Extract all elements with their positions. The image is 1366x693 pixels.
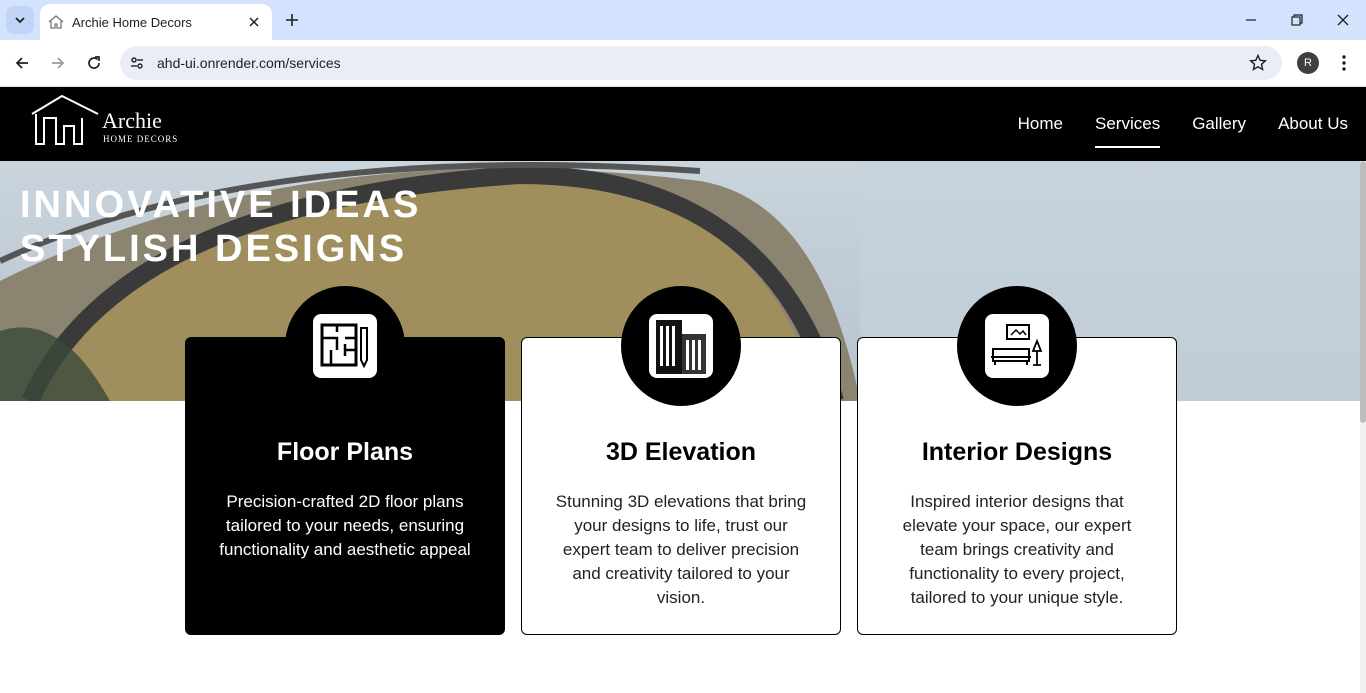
- service-description: Inspired interior designs that elevate y…: [902, 492, 1132, 607]
- profile-avatar[interactable]: R: [1297, 52, 1319, 74]
- logo-name: Archie: [102, 108, 162, 133]
- browser-tab[interactable]: Archie Home Decors: [40, 4, 272, 40]
- site-info-icon[interactable]: [123, 49, 151, 77]
- house-logo-icon: [31, 94, 99, 145]
- tab-title: Archie Home Decors: [72, 14, 192, 30]
- service-card-floor-plans[interactable]: Floor Plans Precision-crafted 2D floor p…: [185, 286, 505, 635]
- new-tab-button[interactable]: [280, 8, 304, 32]
- service-icon-badge: [957, 286, 1077, 406]
- service-title: Floor Plans: [276, 438, 414, 466]
- chevron-down-icon: [15, 17, 25, 24]
- hero-heading: INNOVATIVE IDEAS STYLISH DESIGNS: [20, 183, 421, 271]
- living-room-icon: [985, 314, 1049, 378]
- restore-icon: [1291, 14, 1303, 26]
- main-nav: Home Services Gallery About Us: [1018, 87, 1366, 161]
- hero-heading-line-2: STYLISH DESIGNS: [20, 228, 408, 270]
- scrollbar-thumb[interactable]: [1360, 161, 1366, 423]
- site-header: Archie HOME DECORS Home Services Gallery…: [0, 87, 1366, 161]
- floor-plan-icon: [313, 314, 377, 378]
- restore-button[interactable]: [1283, 6, 1311, 34]
- service-description: Stunning 3D elevations that bring your d…: [555, 492, 807, 607]
- house-favicon-icon: [48, 14, 64, 30]
- service-title: Interior Designs: [921, 438, 1113, 466]
- nav-about-us[interactable]: About Us: [1278, 110, 1348, 138]
- forward-button[interactable]: [44, 49, 72, 77]
- logo-tagline: HOME DECORS: [103, 134, 179, 144]
- service-description: Precision-crafted 2D floor plans tailore…: [219, 492, 471, 559]
- minimize-button[interactable]: [1237, 6, 1265, 34]
- page-scrollbar[interactable]: [1360, 161, 1366, 693]
- nav-gallery[interactable]: Gallery: [1192, 110, 1246, 138]
- close-window-button[interactable]: [1329, 6, 1357, 34]
- back-button[interactable]: [8, 49, 36, 77]
- service-card-interior-designs[interactable]: Interior Designs Inspired interior desig…: [857, 286, 1177, 635]
- address-bar[interactable]: ahd-ui.onrender.com/services: [120, 46, 1282, 80]
- url-text[interactable]: ahd-ui.onrender.com/services: [157, 55, 1244, 71]
- service-icon-badge: [285, 286, 405, 406]
- nav-services[interactable]: Services: [1095, 110, 1161, 148]
- browser-tab-bar: Archie Home Decors: [0, 0, 1366, 40]
- hero-heading-line-1: INNOVATIVE IDEAS: [20, 184, 422, 226]
- browser-toolbar: ahd-ui.onrender.com/services R: [0, 40, 1366, 87]
- more-vert-icon: [1342, 55, 1346, 71]
- nav-home[interactable]: Home: [1018, 110, 1063, 138]
- building-icon: [649, 314, 713, 378]
- reload-icon: [88, 56, 100, 69]
- arrow-left-icon: [15, 57, 28, 69]
- plus-icon: [286, 14, 298, 26]
- service-card-3d-elevation[interactable]: 3D Elevation Stunning 3D elevations that…: [521, 286, 841, 635]
- minimize-icon: [1246, 19, 1256, 21]
- arrow-right-icon: [52, 57, 65, 69]
- browser-menu-button[interactable]: [1330, 49, 1358, 77]
- site-logo[interactable]: Archie HOME DECORS: [30, 94, 190, 154]
- page-viewport: Archie HOME DECORS Home Services Gallery…: [0, 87, 1366, 693]
- close-icon: [1337, 14, 1349, 26]
- bookmark-star-icon[interactable]: [1244, 49, 1272, 77]
- service-title: 3D Elevation: [605, 438, 757, 466]
- close-tab-icon[interactable]: [246, 14, 262, 30]
- service-icon-badge: [621, 286, 741, 406]
- tab-search-button[interactable]: [6, 6, 34, 34]
- reload-button[interactable]: [80, 49, 108, 77]
